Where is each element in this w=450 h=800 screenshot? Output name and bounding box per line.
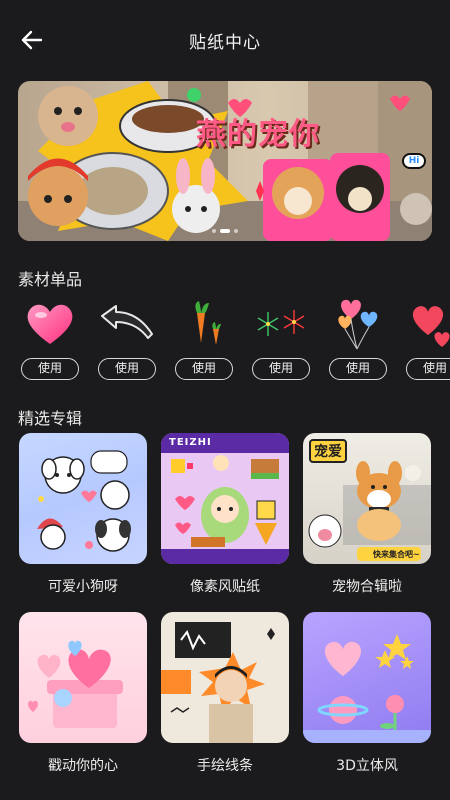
pet-thumb-caption: 快来集合吧~ <box>373 550 420 559</box>
pet-thumb-badge: 宠爱 <box>309 439 347 463</box>
fireworks-sticker-icon <box>248 296 314 352</box>
use-button[interactable]: 使用 <box>406 358 450 380</box>
banner-pager <box>18 229 432 233</box>
pager-dot-active <box>220 229 230 233</box>
pixel-thumb-text: TEIZHI <box>169 437 212 448</box>
pink-hearts-thumb <box>19 612 147 743</box>
hand-drawn-thumb <box>161 612 289 743</box>
hi-bubble: Hi <box>402 153 426 169</box>
sticker-item: 使用 <box>17 296 83 384</box>
cute-puppies-thumb <box>19 433 147 564</box>
heart-balloons-sticker-icon <box>325 296 391 352</box>
promo-banner[interactable]: 燕的宠你 Hi <box>18 81 432 241</box>
pixel-stickers-thumb: TEIZHI <box>161 433 289 564</box>
album-title: 可爱小狗呀 <box>48 579 118 595</box>
sticker-item: 使用 <box>94 296 160 384</box>
album-title: 宠物合辑啦 <box>332 579 402 595</box>
header: 贴纸中心 <box>0 0 450 80</box>
curved-arrow-sticker-icon <box>94 296 160 352</box>
use-button[interactable]: 使用 <box>98 358 156 380</box>
3d-style-thumb <box>303 612 431 743</box>
use-button[interactable]: 使用 <box>329 358 387 380</box>
banner-title: 燕的宠你 <box>196 117 320 152</box>
use-button[interactable]: 使用 <box>175 358 233 380</box>
sticker-item: 使用 <box>402 296 450 384</box>
albums-section-title: 精选专辑 <box>18 409 83 428</box>
album-title: 戳动你的心 <box>48 758 118 774</box>
materials-section-title: 素材单品 <box>18 270 83 289</box>
sticker-item: 使用 <box>325 296 391 384</box>
heart-sticker-icon <box>17 296 83 352</box>
carrot-sticker-icon <box>171 296 237 352</box>
album-title: 手绘线条 <box>197 758 253 774</box>
page-title: 贴纸中心 <box>189 33 261 53</box>
use-button[interactable]: 使用 <box>21 358 79 380</box>
sticker-item: 使用 <box>248 296 314 384</box>
pet-collection-thumb: 宠爱 快来集合吧~ <box>303 433 431 564</box>
pager-dot <box>212 229 216 233</box>
pager-dot <box>234 229 238 233</box>
album-title: 3D立体风 <box>336 758 398 774</box>
red-hearts-sticker-icon <box>402 296 450 352</box>
sticker-list[interactable]: 使用 使用 使用 使用 使用 使用 <box>0 296 450 386</box>
album-title: 像素风贴纸 <box>190 579 260 595</box>
banner-artwork <box>28 81 432 241</box>
use-button[interactable]: 使用 <box>252 358 310 380</box>
sticker-center-screen: 贴纸中心 燕的宠你 Hi 素材单品 使用 使用 使用 使用 使用 使用 精选专辑… <box>0 0 450 800</box>
sticker-item: 使用 <box>171 296 237 384</box>
